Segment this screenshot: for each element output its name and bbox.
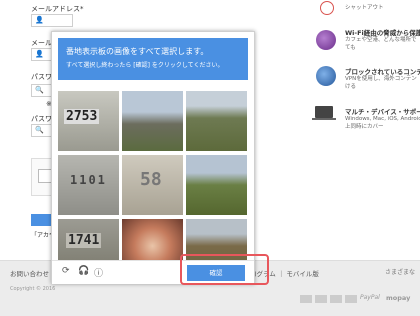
password-input[interactable]: 🔍 [31,84,53,97]
captcha-tile[interactable]: 58 [122,155,183,215]
info-icon[interactable]: ⓘ [94,266,103,279]
email-confirm-label: メールア [31,39,51,47]
headphones-icon[interactable]: 🎧 [78,266,89,276]
reload-icon[interactable]: ⟳ [62,266,70,276]
captcha-tile[interactable] [122,91,183,151]
captcha-dialog: 番地表示板の画像をすべて選択します。 すべて選択し終わったら [確認] をクリッ… [51,31,255,284]
promo-desc: 上同時にカバー [345,124,384,130]
lock-icon: 🔍 [35,86,44,94]
user-icon: 👤 [35,16,44,24]
password-confirm-input[interactable]: 🔍 [31,124,53,137]
amex-card-icon [300,295,312,303]
captcha-subtitle: すべて選択し終わったら [確認] をクリックしてください。 [66,62,224,69]
promo-desc: ても [345,45,356,51]
mastercard-icon [330,295,342,303]
captcha-title: 番地表示板の画像をすべて選択します。 [66,47,209,56]
password-confirm-label: パスワー [31,115,51,123]
block-icon [320,1,334,15]
promo-desc: カフェや空港、どんな場所で [345,37,417,43]
promo-desc: シャットアウト [345,5,384,11]
promo-desc: Windows, Mac, iOS, Android [345,116,420,122]
devices-icon [312,106,338,122]
captcha-tile[interactable]: 2753 [58,91,119,151]
user-icon: 👤 [35,50,44,58]
visa-card-icon [315,295,327,303]
promo-desc: VPNを使用し、海外コンテン [345,76,417,82]
email-confirm-input[interactable]: 👤 [31,48,53,61]
promo-panel: シャットアウト Wi-Fi経由の脅威から保護 カフェや空港、どんな場所で ても … [293,0,420,260]
register-button[interactable] [31,214,51,226]
account-link[interactable]: 「アカウン [31,230,51,239]
recaptcha-checkbox[interactable] [38,169,52,183]
captcha-tile[interactable]: 1101 [58,155,119,215]
lock-icon: 🔍 [35,126,44,134]
wifi-shield-icon [316,30,336,50]
password-label: パスワー [31,73,51,81]
captcha-image-grid: 2753 1101 58 1741 [58,91,248,279]
captcha-tile[interactable] [186,155,247,215]
payment-text: さまざまな [385,269,416,276]
captcha-tile[interactable] [186,91,247,151]
contact-link[interactable]: お問い合わせ [10,268,49,278]
promo-desc: ける [345,84,357,90]
mopay-logo: mopay [386,294,411,302]
jcb-card-icon [345,295,357,303]
copyright: Copyright © 2016 [10,286,56,292]
recaptcha-box [31,158,53,196]
verify-highlight-box [180,254,269,285]
email-input[interactable]: 👤 [31,14,73,27]
globe-icon [316,66,336,86]
email-label: メールアドレス* [31,5,84,13]
captcha-header: 番地表示板の画像をすべて選択します。 すべて選択し終わったら [確認] をクリッ… [58,38,248,80]
paypal-logo: PayPal [360,294,380,301]
